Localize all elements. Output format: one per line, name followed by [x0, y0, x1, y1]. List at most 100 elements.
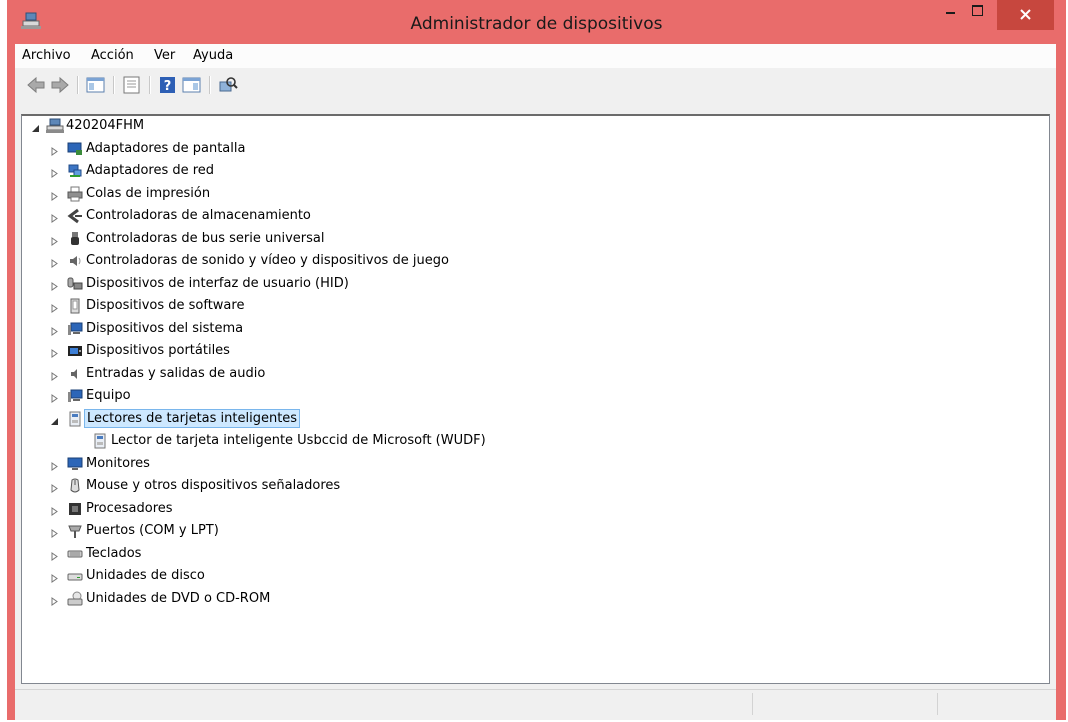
expand-arrow-icon[interactable]: [50, 145, 59, 156]
tree-category-node[interactable]: Controladoras de sonido y vídeo y dispos…: [22, 251, 622, 271]
close-button[interactable]: [997, 0, 1054, 30]
scan-hardware-icon[interactable]: [217, 75, 239, 95]
expand-arrow-icon[interactable]: [50, 235, 59, 246]
tree-category-node[interactable]: Controladoras de almacenamiento: [22, 206, 622, 226]
toolbar-separator: [209, 76, 211, 94]
tree-category-node[interactable]: Lectores de tarjetas inteligentes: [22, 409, 622, 429]
network-adapter-icon: [67, 163, 83, 179]
collapse-arrow-icon[interactable]: [50, 415, 59, 425]
forward-icon[interactable]: [49, 75, 71, 95]
tree-category-node[interactable]: Dispositivos portátiles: [22, 341, 622, 361]
tree-category-node[interactable]: Monitores: [22, 454, 622, 474]
tree-category-label: Unidades de disco: [86, 568, 205, 583]
expand-arrow-icon[interactable]: [50, 505, 59, 516]
tree-category-label: Puertos (COM y LPT): [86, 523, 219, 538]
expand-arrow-icon[interactable]: [50, 527, 59, 538]
close-icon: [1020, 9, 1031, 20]
computer-icon: [67, 388, 83, 404]
tree-device-node[interactable]: Lector de tarjeta inteligente Usbccid de…: [22, 431, 722, 451]
dvd-drive-icon: [67, 591, 83, 607]
tree-category-label: Controladoras de almacenamiento: [86, 208, 311, 223]
tree-category-node[interactable]: Equipo: [22, 386, 622, 406]
tree-category-label: Adaptadores de red: [86, 163, 215, 178]
tree-category-node[interactable]: Controladoras de bus serie universal: [22, 229, 622, 249]
processor-icon: [67, 501, 83, 517]
smart-card-reader-icon: [92, 433, 108, 449]
expand-arrow-icon[interactable]: [50, 257, 59, 268]
audio-io-icon: [67, 366, 83, 382]
menu-ver[interactable]: Ver: [154, 48, 175, 63]
usb-icon: [67, 231, 83, 247]
tree-category-label: Controladoras de bus serie universal: [86, 231, 325, 246]
tree-category-node[interactable]: Dispositivos de interfaz de usuario (HID…: [22, 274, 622, 294]
portable-device-icon: [67, 343, 83, 359]
expand-arrow-icon[interactable]: [50, 302, 59, 313]
menu-accion[interactable]: Acción: [91, 48, 134, 63]
menu-bar: Archivo Acción Ver Ayuda: [15, 44, 1056, 68]
expand-arrow-icon[interactable]: [50, 190, 59, 201]
tree-category-node[interactable]: Procesadores: [22, 499, 622, 519]
expand-arrow-icon[interactable]: [50, 280, 59, 291]
maximize-button[interactable]: [965, 0, 991, 28]
tree-category-node[interactable]: Adaptadores de pantalla: [22, 139, 622, 159]
expand-arrow-icon[interactable]: [50, 347, 59, 358]
tree-category-label: Equipo: [86, 388, 131, 403]
speaker-icon: [67, 253, 83, 269]
tree-category-node[interactable]: Unidades de DVD o CD-ROM: [22, 589, 622, 609]
storage-controller-icon: [67, 208, 83, 224]
console-tree-icon[interactable]: [85, 75, 107, 95]
svg-text:?: ?: [164, 79, 172, 94]
tree-category-label: Controladoras de sonido y vídeo y dispos…: [86, 253, 449, 268]
tree-category-node[interactable]: Puertos (COM y LPT): [22, 521, 622, 541]
tree-category-label: Dispositivos de software: [86, 298, 245, 313]
tree-category-label: Dispositivos de interfaz de usuario (HID…: [86, 276, 349, 291]
tree-category-node[interactable]: Dispositivos del sistema: [22, 319, 622, 339]
expand-arrow-icon[interactable]: [50, 167, 59, 178]
disk-drive-icon: [67, 568, 83, 584]
toolbar-separator: [77, 76, 79, 94]
title-bar[interactable]: Administrador de dispositivos: [7, 0, 1066, 44]
expand-arrow-icon[interactable]: [50, 550, 59, 561]
window-title: Administrador de dispositivos: [410, 14, 663, 34]
device-tree[interactable]: 420204FHM Adaptadores de pantalla Adaptad…: [21, 114, 1050, 684]
port-icon: [67, 523, 83, 539]
expand-arrow-icon[interactable]: [50, 370, 59, 381]
tree-category-node[interactable]: Dispositivos de software: [22, 296, 622, 316]
status-bar: [15, 689, 1056, 720]
tree-category-label: Procesadores: [86, 501, 173, 516]
tree-category-node[interactable]: Teclados: [22, 544, 622, 564]
expand-arrow-icon[interactable]: [50, 572, 59, 583]
display-adapter-icon: [67, 141, 83, 157]
toolbar-separator: [149, 76, 151, 94]
menu-archivo[interactable]: Archivo: [22, 48, 71, 63]
properties-icon[interactable]: [121, 75, 143, 95]
tree-category-label: Dispositivos del sistema: [86, 321, 244, 336]
expand-arrow-icon[interactable]: [50, 325, 59, 336]
tree-category-node[interactable]: Colas de impresión: [22, 184, 622, 204]
client-area: Archivo Acción Ver Ayuda ? 420204FHM Ada…: [15, 44, 1056, 720]
tree-category-label: Monitores: [86, 456, 150, 471]
tree-category-node[interactable]: Adaptadores de red: [22, 161, 622, 181]
tree-category-node[interactable]: Unidades de disco: [22, 566, 622, 586]
expand-arrow-icon[interactable]: [50, 392, 59, 403]
action-pane-icon[interactable]: [181, 75, 203, 95]
expand-arrow-icon[interactable]: [50, 460, 59, 471]
tree-category-node[interactable]: Mouse y otros dispositivos señaladores: [22, 476, 622, 496]
tree-category-label: Adaptadores de pantalla: [86, 141, 246, 156]
tree-device-label: Lector de tarjeta inteligente Usbccid de…: [111, 433, 486, 448]
back-icon[interactable]: [25, 75, 47, 95]
tree-root-node[interactable]: 420204FHM: [22, 116, 422, 136]
tree-root-label: 420204FHM: [66, 118, 145, 133]
help-icon[interactable]: ?: [157, 75, 179, 95]
software-device-icon: [67, 298, 83, 314]
expand-arrow-icon[interactable]: [50, 595, 59, 606]
expand-arrow-icon[interactable]: [50, 482, 59, 493]
tree-category-label: Dispositivos portátiles: [86, 343, 230, 358]
keyboard-icon: [67, 546, 83, 562]
minimize-button[interactable]: [938, 0, 964, 28]
collapse-arrow-icon[interactable]: [31, 122, 40, 132]
menu-ayuda[interactable]: Ayuda: [193, 48, 233, 63]
status-divider: [752, 693, 753, 715]
tree-category-node[interactable]: Entradas y salidas de audio: [22, 364, 622, 384]
expand-arrow-icon[interactable]: [50, 212, 59, 223]
